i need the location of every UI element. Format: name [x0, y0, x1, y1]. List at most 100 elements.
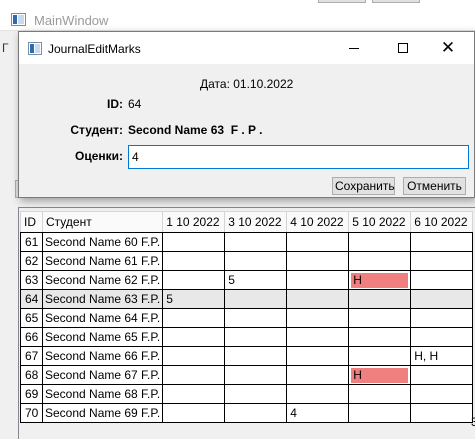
- mark-cell[interactable]: [224, 289, 288, 309]
- table-row[interactable]: 67 Second Name 66 F.P. Н, Н: [20, 346, 474, 366]
- student-cell[interactable]: Second Name 69 F.P.: [41, 403, 164, 423]
- mark-cell[interactable]: Н: [348, 270, 412, 290]
- student-cell[interactable]: Second Name 61 F.P.: [41, 251, 164, 271]
- cancel-button[interactable]: Отменить: [403, 177, 466, 195]
- main-top-button-1[interactable]: [318, 0, 366, 3]
- mark-cell[interactable]: [162, 308, 226, 328]
- row-id-cell[interactable]: 68: [20, 365, 43, 385]
- mark-cell[interactable]: [348, 403, 412, 423]
- mark-cell[interactable]: [162, 232, 226, 252]
- row-id-cell[interactable]: 62: [20, 251, 43, 271]
- student-cell[interactable]: Second Name 62 F.P.: [41, 270, 164, 290]
- mark-cell[interactable]: [410, 365, 474, 385]
- student-cell[interactable]: Second Name 68 F.P.: [41, 384, 164, 404]
- mark-cell[interactable]: Н, Н: [410, 346, 474, 366]
- column-header[interactable]: 6 10 2022: [410, 211, 474, 233]
- table-row[interactable]: 69 Second Name 68 F.P.: [20, 384, 474, 404]
- mark-cell[interactable]: Н: [348, 365, 412, 385]
- mark-cell[interactable]: [348, 327, 412, 347]
- column-header[interactable]: 3 10 2022: [224, 211, 288, 233]
- mark-cell[interactable]: [224, 232, 288, 252]
- mark-cell[interactable]: [410, 270, 474, 290]
- maximize-button[interactable]: [381, 32, 425, 64]
- mark-cell[interactable]: [162, 365, 226, 385]
- main-top-button-2[interactable]: [372, 0, 420, 3]
- mark-cell[interactable]: 4: [286, 403, 350, 423]
- journal-grid[interactable]: ID Студент 1 10 2022 3 10 2022 4 10 2022 5 10…: [20, 211, 474, 423]
- main-window-title: MainWindow: [34, 13, 109, 28]
- mark-cell[interactable]: 5: [224, 270, 288, 290]
- table-row[interactable]: 65 Second Name 64 F.P.: [20, 308, 474, 328]
- table-row[interactable]: 62 Second Name 61 F.P.: [20, 251, 474, 271]
- row-id-cell[interactable]: 67: [20, 346, 43, 366]
- column-header[interactable]: ID: [20, 211, 43, 233]
- mark-cell[interactable]: [348, 232, 412, 252]
- row-id-cell[interactable]: 69: [20, 384, 43, 404]
- row-id-cell[interactable]: 64: [20, 289, 43, 309]
- mark-cell[interactable]: [224, 251, 288, 271]
- student-cell[interactable]: Second Name 63 F.P.: [41, 289, 164, 309]
- mark-cell[interactable]: [224, 403, 288, 423]
- table-row[interactable]: 68 Second Name 67 F.P. Н: [20, 365, 474, 385]
- mark-cell[interactable]: [224, 327, 288, 347]
- grid-horizontal-scrollbar[interactable]: [19, 427, 475, 439]
- table-row[interactable]: 64 Second Name 63 F.P. 5: [20, 289, 474, 309]
- mark-cell[interactable]: [286, 251, 350, 271]
- student-cell[interactable]: Second Name 60 F.P.: [41, 232, 164, 252]
- mark-cell[interactable]: [162, 403, 226, 423]
- table-row[interactable]: 70 Second Name 69 F.P. 4: [20, 403, 474, 423]
- mark-cell[interactable]: [410, 384, 474, 404]
- mark-cell[interactable]: [286, 270, 350, 290]
- student-cell[interactable]: Second Name 64 F.P.: [41, 308, 164, 328]
- row-id-cell[interactable]: 70: [20, 403, 43, 423]
- mark-cell[interactable]: [410, 251, 474, 271]
- mark-cell[interactable]: [286, 232, 350, 252]
- minimize-button[interactable]: [332, 32, 376, 64]
- mark-cell[interactable]: [410, 327, 474, 347]
- mark-cell[interactable]: [286, 384, 350, 404]
- close-button[interactable]: ✕: [426, 32, 470, 64]
- mark-cell[interactable]: [348, 289, 412, 309]
- mark-cell[interactable]: [286, 327, 350, 347]
- mark-cell[interactable]: 5: [162, 289, 226, 309]
- column-header[interactable]: 1 10 2022: [162, 211, 226, 233]
- marks-input[interactable]: [128, 145, 469, 169]
- student-cell[interactable]: Second Name 66 F.P.: [41, 346, 164, 366]
- mark-cell[interactable]: [410, 403, 474, 423]
- table-row[interactable]: 61 Second Name 60 F.P.: [20, 232, 474, 252]
- column-header[interactable]: 5 10 2022: [348, 211, 412, 233]
- mark-cell[interactable]: [348, 308, 412, 328]
- row-id-cell[interactable]: 63: [20, 270, 43, 290]
- mark-cell[interactable]: [224, 365, 288, 385]
- mark-cell[interactable]: [410, 308, 474, 328]
- row-id-cell[interactable]: 65: [20, 308, 43, 328]
- save-button[interactable]: Сохранить: [332, 177, 395, 195]
- mark-cell[interactable]: [348, 346, 412, 366]
- table-row[interactable]: 66 Second Name 65 F.P.: [20, 327, 474, 347]
- mark-cell[interactable]: [410, 232, 474, 252]
- mark-cell[interactable]: [286, 289, 350, 309]
- mark-cell[interactable]: [162, 327, 226, 347]
- mark-cell[interactable]: [224, 384, 288, 404]
- row-id-cell[interactable]: 66: [20, 327, 43, 347]
- mark-cell[interactable]: [348, 384, 412, 404]
- mark-cell[interactable]: [286, 346, 350, 366]
- mark-cell[interactable]: [286, 365, 350, 385]
- grid-header-row: ID Студент 1 10 2022 3 10 2022 4 10 2022 5 10…: [20, 211, 474, 233]
- mark-cell[interactable]: [162, 270, 226, 290]
- dialog-titlebar[interactable]: JournalEditMarks ✕: [19, 32, 474, 64]
- column-header[interactable]: Студент: [41, 211, 164, 233]
- mark-cell[interactable]: [162, 346, 226, 366]
- mark-cell[interactable]: [162, 384, 226, 404]
- mark-cell[interactable]: [224, 346, 288, 366]
- table-row[interactable]: 63 Second Name 62 F.P. 5 Н: [20, 270, 474, 290]
- column-header[interactable]: 4 10 2022: [286, 211, 350, 233]
- student-cell[interactable]: Second Name 65 F.P.: [41, 327, 164, 347]
- mark-cell[interactable]: [224, 308, 288, 328]
- mark-cell[interactable]: [162, 251, 226, 271]
- student-cell[interactable]: Second Name 67 F.P.: [41, 365, 164, 385]
- row-id-cell[interactable]: 61: [20, 232, 43, 252]
- mark-cell[interactable]: [286, 308, 350, 328]
- mark-cell[interactable]: [410, 289, 474, 309]
- mark-cell[interactable]: [348, 251, 412, 271]
